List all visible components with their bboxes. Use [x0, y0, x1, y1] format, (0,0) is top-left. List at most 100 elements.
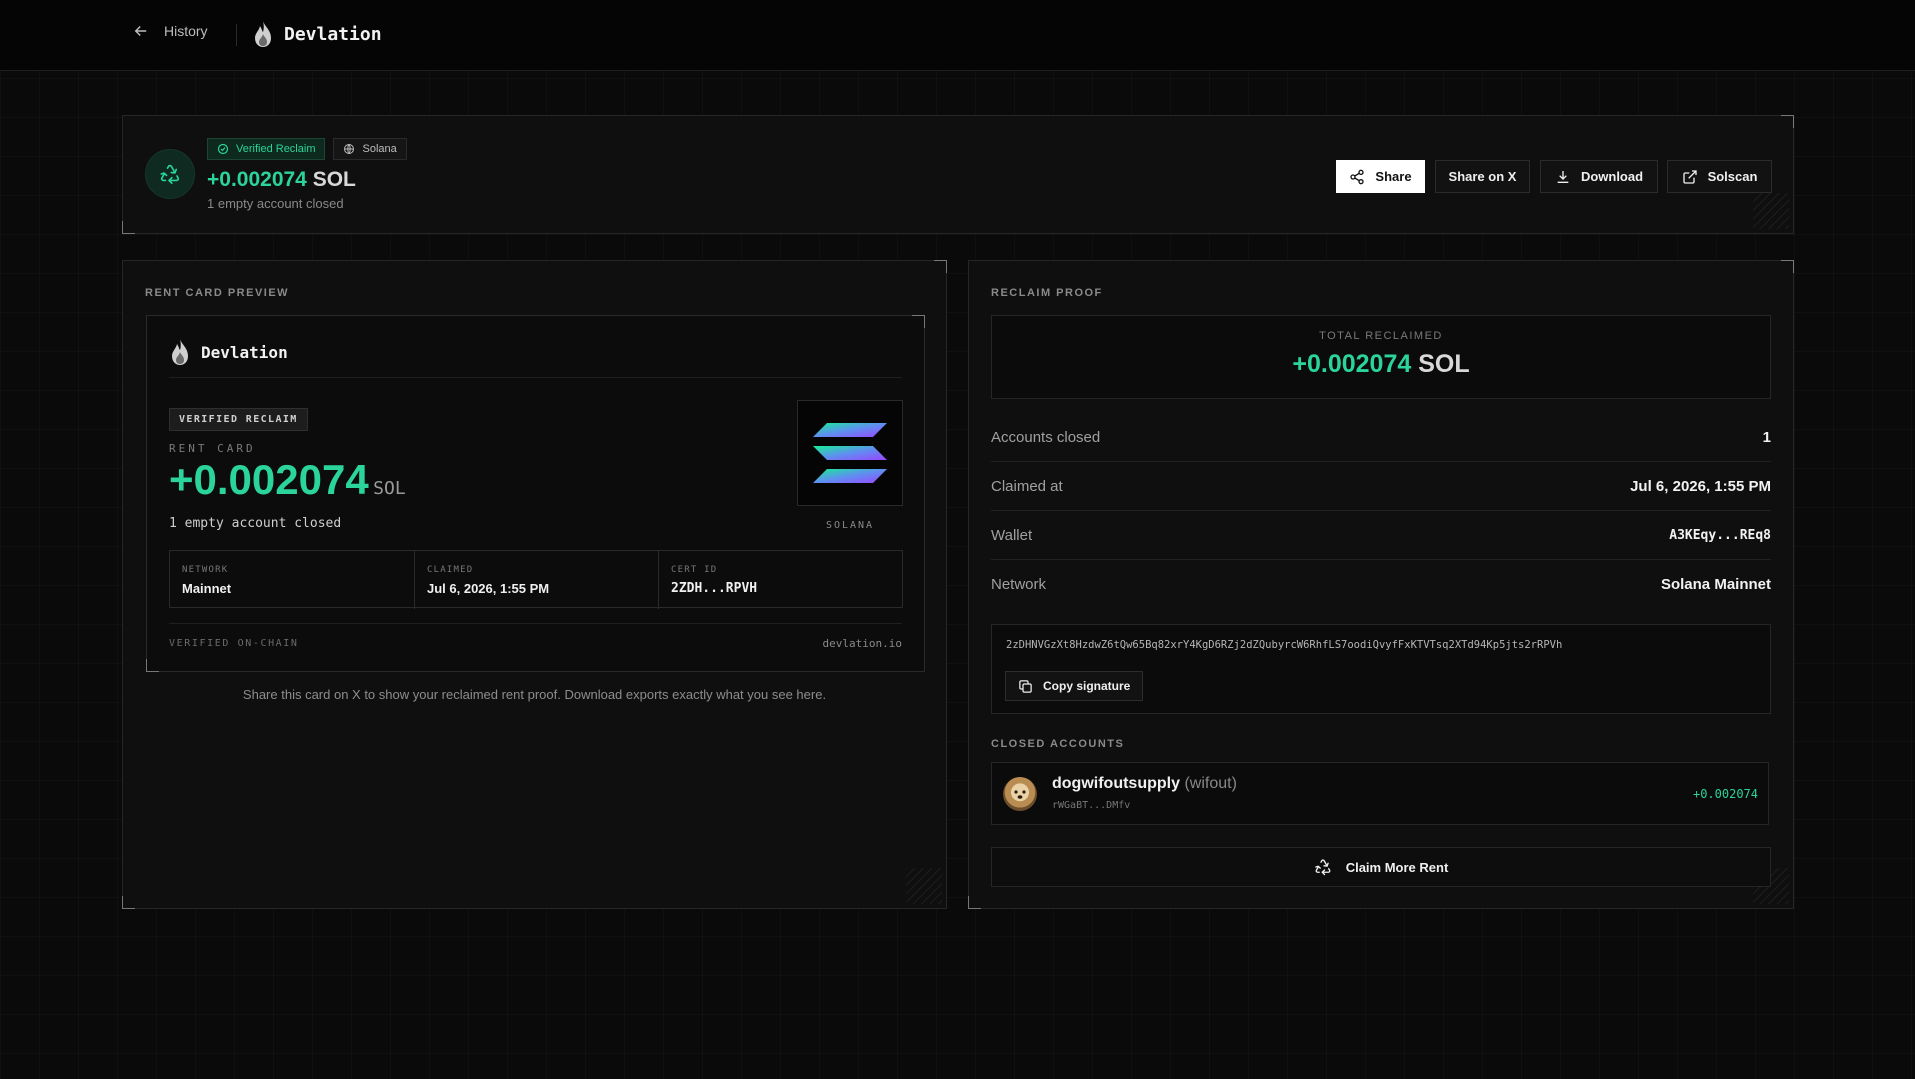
- globe-icon: [344, 144, 355, 154]
- rent-card: Devlation VERIFIED RECLAIM RENT CARD +0.…: [146, 315, 925, 672]
- proof-row-value: 1: [1762, 428, 1771, 446]
- recycle-icon: [1314, 859, 1331, 876]
- token-name: dogwifoutsupply: [1052, 775, 1180, 792]
- network-badge: Solana: [333, 138, 407, 160]
- verified-badge-label: Verified Reclaim: [236, 143, 316, 155]
- solscan-button-label: Solscan: [1707, 169, 1758, 184]
- corner-decoration: [912, 315, 925, 328]
- share-button-label: Share: [1375, 169, 1412, 184]
- recycle-icon: [145, 149, 195, 199]
- copy-signature-label: Copy signature: [1043, 679, 1131, 693]
- solscan-button[interactable]: Solscan: [1667, 160, 1772, 193]
- proof-row-accounts-closed: Accounts closed 1: [991, 413, 1771, 462]
- dog-avatar-icon: [1014, 790, 1026, 799]
- reclaim-proof-panel: RECLAIM PROOF TOTAL RECLAIMED +0.002074 …: [968, 260, 1794, 909]
- check-circle-icon: [217, 143, 229, 155]
- signature-text: 2zDHNVGzXt8HzdwZ6tQw65Bq82xrY4KgD6RZj2dZ…: [1006, 639, 1563, 651]
- token-amount: +0.002074: [1692, 787, 1758, 801]
- solana-logo: [797, 400, 903, 506]
- corner-decoration: [934, 260, 947, 273]
- token-avatar: [1003, 777, 1037, 811]
- solana-logo-caption: SOLANA: [825, 520, 875, 531]
- brand[interactable]: Devlation: [252, 20, 382, 48]
- preview-caption: Share this card on X to show your reclai…: [242, 687, 827, 702]
- verified-badge: Verified Reclaim: [207, 138, 326, 160]
- total-amount-unit: SOL: [1418, 350, 1470, 378]
- share-on-x-label: Share on X: [1448, 169, 1517, 184]
- header-subtitle: 1 empty account closed: [207, 196, 344, 211]
- closed-accounts-label: CLOSED ACCOUNTS: [991, 738, 1125, 750]
- total-reclaimed-amount: +0.002074 SOL: [992, 350, 1770, 379]
- card-divider: [169, 377, 902, 378]
- network-badge-label: Solana: [362, 143, 397, 155]
- token-name-line: dogwifoutsupply (wifout): [1052, 775, 1237, 793]
- proof-row-claimed-at: Claimed at Jul 6, 2026, 1:55 PM: [991, 462, 1771, 511]
- rent-card-preview-panel: RENT CARD PREVIEW Devlation VERIFIED REC…: [122, 260, 947, 909]
- flame-logo-icon: [255, 21, 271, 47]
- card-divider: [169, 623, 902, 624]
- proof-row-value[interactable]: A3KEqy...REq8: [1669, 528, 1771, 543]
- card-amount: +0.002074 SOL: [169, 456, 406, 504]
- token-symbol: (wifout): [1184, 775, 1237, 792]
- card-cell-value: 2ZDH...RPVH: [671, 581, 758, 596]
- corner-decoration: [122, 896, 135, 909]
- topbar-divider: [236, 24, 237, 46]
- card-label: RENT CARD: [169, 442, 256, 455]
- reclaim-header-panel: Verified Reclaim Solana +0.002074 SOL 1 …: [122, 115, 1794, 234]
- card-cell-value: Jul 6, 2026, 1:55 PM: [427, 581, 550, 596]
- share-icon: [1350, 169, 1365, 184]
- header-amount-value: +0.002074: [207, 168, 307, 191]
- share-button[interactable]: Share: [1336, 160, 1425, 193]
- flame-logo-icon: [172, 339, 188, 365]
- hatch-decoration: [1753, 193, 1789, 229]
- copy-signature-button[interactable]: Copy signature: [1005, 671, 1144, 701]
- proof-row-key: Accounts closed: [991, 428, 1101, 446]
- proof-row-key: Wallet: [991, 526, 1033, 544]
- card-cell-value: Mainnet: [182, 581, 232, 596]
- share-on-x-button[interactable]: Share on X: [1435, 160, 1530, 193]
- card-cell-network: NETWORK Mainnet: [170, 551, 415, 609]
- total-reclaimed-label: TOTAL RECLAIMED: [1319, 330, 1443, 342]
- card-cell-key: CLAIMED: [427, 565, 474, 575]
- brand-name: Devlation: [284, 23, 382, 45]
- proof-row-value: Jul 6, 2026, 1:55 PM: [1630, 477, 1771, 495]
- card-cell-key: NETWORK: [182, 565, 229, 575]
- corner-decoration: [968, 896, 981, 909]
- total-reclaimed-box: TOTAL RECLAIMED +0.002074 SOL: [991, 315, 1771, 399]
- header-badges: Verified Reclaim Solana: [207, 138, 407, 160]
- hatch-decoration: [906, 868, 942, 904]
- claim-more-rent-label: Claim More Rent: [1345, 859, 1449, 875]
- proof-row-value: Solana Mainnet: [1660, 576, 1771, 593]
- download-icon: [1557, 170, 1569, 183]
- corner-decoration: [122, 221, 135, 234]
- solana-logo-icon: [813, 423, 887, 483]
- card-brand-name: Devlation: [201, 342, 288, 362]
- proof-row-network: Network Solana Mainnet: [991, 560, 1771, 609]
- total-amount-value: +0.002074: [1292, 350, 1412, 378]
- card-brand: Devlation: [169, 338, 288, 366]
- proof-row-key: Network: [991, 576, 1047, 593]
- token-address: rWGaBT...DMfv: [1052, 800, 1131, 811]
- header-amount-unit: SOL: [312, 168, 356, 191]
- corner-decoration: [146, 659, 159, 672]
- card-amount-unit: SOL: [373, 478, 406, 499]
- card-cell-cert-id: CERT ID 2ZDH...RPVH: [659, 551, 902, 609]
- claim-more-rent-button[interactable]: Claim More Rent: [991, 847, 1771, 887]
- preview-section-label: RENT CARD PREVIEW: [145, 287, 290, 299]
- corner-decoration: [1781, 115, 1794, 128]
- back-history-link[interactable]: History: [132, 22, 208, 40]
- external-link-icon: [1682, 169, 1697, 184]
- back-label: History: [164, 23, 208, 39]
- header-amount: +0.002074 SOL: [207, 168, 356, 192]
- list-item[interactable]: dogwifoutsupply (wifout) rWGaBT...DMfv +…: [991, 762, 1769, 825]
- card-details-grid: NETWORK Mainnet CLAIMED Jul 6, 2026, 1:5…: [169, 550, 903, 609]
- card-verified-badge: VERIFIED RECLAIM: [169, 408, 308, 431]
- card-subtitle: 1 empty account closed: [169, 516, 342, 531]
- card-cell-claimed: CLAIMED Jul 6, 2026, 1:55 PM: [415, 551, 659, 609]
- download-button-label: Download: [1580, 169, 1644, 184]
- card-footer-right: devlation.io: [822, 637, 902, 650]
- card-cell-key: CERT ID: [671, 565, 718, 575]
- download-button[interactable]: Download: [1540, 160, 1658, 193]
- proof-row-wallet: Wallet A3KEqy...REq8: [991, 511, 1771, 560]
- card-amount-value: +0.002074: [169, 456, 369, 503]
